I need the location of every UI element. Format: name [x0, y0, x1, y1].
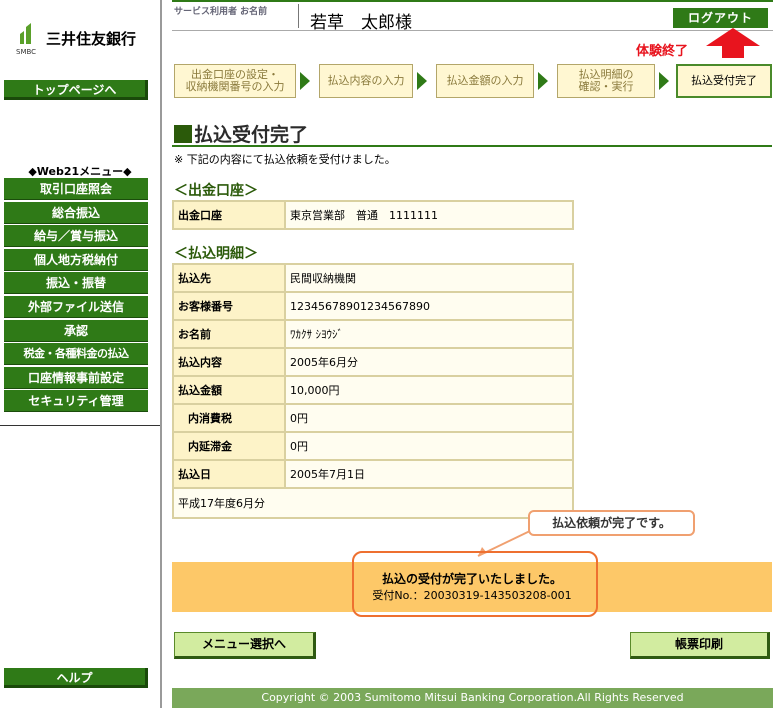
trial-end-label: 体験終了 — [636, 44, 689, 59]
sidebar: 三井住友銀行 SMBC トップページへ ◆Web21メニュー◆ 取引口座照会 総… — [0, 0, 160, 708]
detail-label: お客様番号 — [172, 291, 286, 321]
menu-item-account-presetting[interactable]: 口座情報事前設定 — [4, 366, 148, 389]
menu-item-account-inquiry[interactable]: 取引口座照会 — [4, 178, 148, 200]
detail-label: 払込内容 — [172, 347, 286, 377]
detail-value: 12345678901234567890 — [284, 291, 574, 321]
banner-highlight-frame — [352, 551, 598, 617]
table-row: お客様番号 12345678901234567890 — [172, 291, 574, 321]
logout-button[interactable]: ログアウト — [673, 8, 768, 28]
menu-select-button[interactable]: メニュー選択へ — [174, 632, 316, 659]
step-amount-input: 払込金額の入力 — [436, 64, 534, 98]
page-root: 三井住友銀行 SMBC トップページへ ◆Web21メニュー◆ 取引口座照会 総… — [0, 0, 773, 708]
account-label: 出金口座 — [172, 200, 286, 230]
step-account-setting: 出金口座の設定・ 収納機関番号の入力 — [174, 64, 296, 98]
detail-label: お名前 — [172, 319, 286, 349]
detail-memo: 平成17年度6月分 — [172, 487, 574, 519]
detail-label: 払込日 — [172, 459, 286, 489]
table-row: お名前 ﾜｶｸｻ ｼﾖｳｼﾞ — [172, 319, 574, 349]
step-arrow-icon — [538, 72, 548, 90]
detail-value: 10,000円 — [284, 375, 574, 405]
menu-item-file-send[interactable]: 外部ファイル送信 — [4, 295, 148, 318]
sidebar-divider — [0, 425, 160, 426]
user-label: サービス利用者 お名前 — [174, 7, 268, 17]
account-value: 東京営業部 普通 1111111 — [284, 200, 574, 230]
table-row: 出金口座 東京営業部 普通 1111111 — [172, 200, 574, 230]
detail-label: 内消費税 — [172, 403, 286, 433]
table-row: 平成17年度6月分 — [172, 487, 574, 519]
completion-callout: 払込依頼が完了です。 — [528, 510, 695, 536]
detail-value: ﾜｶｸｻ ｼﾖｳｼﾞ — [284, 319, 574, 349]
menu-item-approval[interactable]: 承認 — [4, 319, 148, 342]
help-button[interactable]: ヘルプ — [4, 668, 148, 688]
step-arrow-icon — [659, 72, 669, 90]
copyright-footer: Copyright © 2003 Sumitomo Mitsui Banking… — [172, 688, 773, 708]
details-section-heading: ＜払込明細＞ — [174, 246, 258, 262]
bank-logo: 三井住友銀行 SMBC — [14, 20, 154, 60]
menu-item-salary-transfer[interactable]: 給与／賞与振込 — [4, 225, 148, 248]
detail-value: 0円 — [284, 403, 574, 433]
detail-value: 民間収納機関 — [284, 263, 574, 293]
title-square-icon — [174, 125, 192, 143]
table-row: 払込金額 10,000円 — [172, 375, 574, 405]
account-section-heading: ＜出金口座＞ — [174, 183, 258, 199]
detail-label: 払込先 — [172, 263, 286, 293]
menu-item-transfer[interactable]: 振込・振替 — [4, 272, 148, 295]
menu-item-security[interactable]: セキュリティ管理 — [4, 390, 148, 413]
top-page-button[interactable]: トップページへ — [4, 80, 148, 100]
table-row: 払込先 民間収納機関 — [172, 263, 574, 293]
up-arrow-icon — [706, 28, 760, 58]
detail-value: 2005年7月1日 — [284, 459, 574, 489]
title-rule — [172, 145, 772, 147]
menu-item-local-tax[interactable]: 個人地方税納付 — [4, 248, 148, 271]
step-content-input: 払込内容の入力 — [319, 64, 413, 98]
header-bottom-rule — [172, 30, 773, 31]
details-table: 払込先 民間収納機関 お客様番号 12345678901234567890 お名… — [172, 263, 574, 519]
print-form-button[interactable]: 帳票印刷 — [630, 632, 770, 659]
header-separator — [298, 4, 299, 28]
web21-menu-title: ◆Web21メニュー◆ — [28, 165, 132, 178]
page-note: ※ 下記の内容にて払込依頼を受付けました。 — [174, 153, 396, 166]
table-row: 内延滞金 0円 — [172, 431, 574, 461]
menu-item-general-transfer[interactable]: 総合振込 — [4, 201, 148, 224]
page-title: 払込受付完了 — [174, 120, 308, 147]
account-table: 出金口座 東京営業部 普通 1111111 — [172, 200, 574, 230]
smbc-leaf-icon — [20, 23, 31, 44]
header-top-rule — [172, 0, 773, 2]
progress-steps: 出金口座の設定・ 収納機関番号の入力 払込内容の入力 払込金額の入力 払込明細の確… — [174, 64, 773, 98]
detail-value: 0円 — [284, 431, 574, 461]
step-confirm-execute: 払込明細の 確認・実行 — [557, 64, 655, 98]
detail-label: 内延滞金 — [172, 431, 286, 461]
step-arrow-icon — [417, 72, 427, 90]
detail-value: 2005年6月分 — [284, 347, 574, 377]
table-row: 払込内容 2005年6月分 — [172, 347, 574, 377]
web21-menu: 取引口座照会 総合振込 給与／賞与振込 個人地方税納付 振込・振替 外部ファイル… — [4, 178, 148, 414]
menu-item-tax-payment[interactable]: 税金・各種料金の払込 — [4, 343, 148, 366]
table-row: 内消費税 0円 — [172, 403, 574, 433]
sidebar-border — [160, 0, 162, 708]
step-complete: 払込受付完了 — [676, 64, 772, 98]
step-arrow-icon — [300, 72, 310, 90]
bank-sub: SMBC — [16, 48, 37, 56]
table-row: 払込日 2005年7月1日 — [172, 459, 574, 489]
detail-label: 払込金額 — [172, 375, 286, 405]
bank-name: 三井住友銀行 — [46, 30, 137, 48]
